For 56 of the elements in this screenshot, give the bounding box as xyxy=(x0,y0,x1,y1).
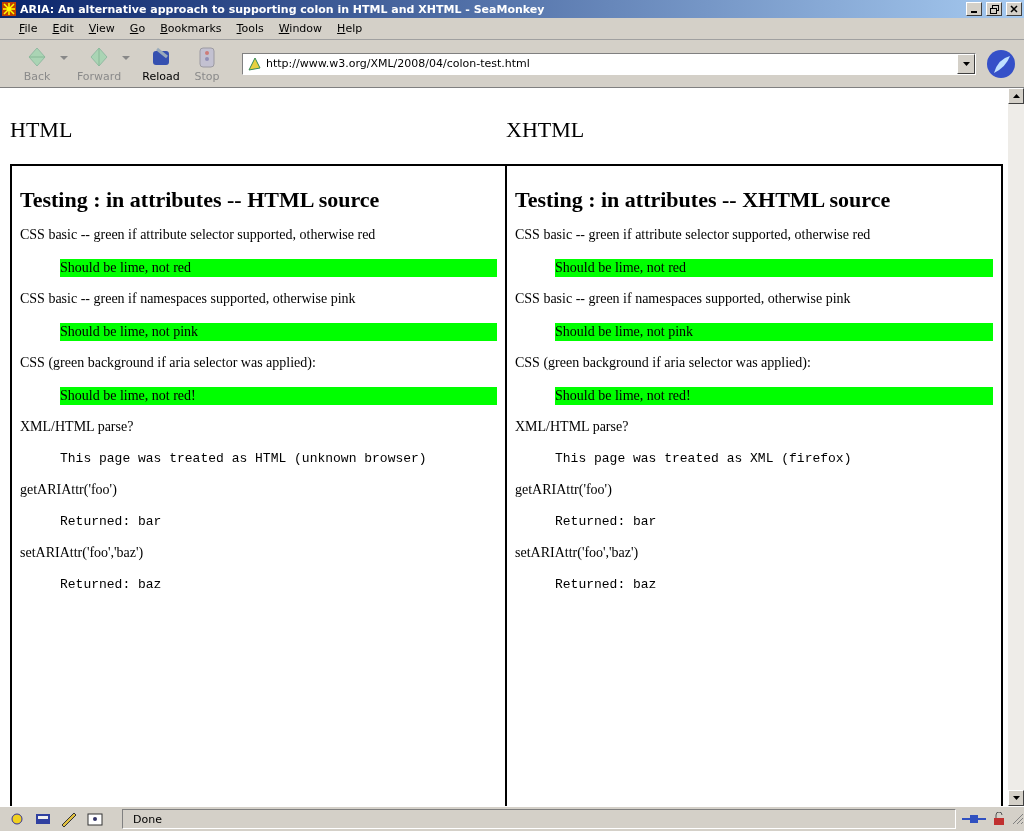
output-text: This page was treated as HTML (unknown browser) xyxy=(60,451,428,466)
restore-icon xyxy=(989,4,999,14)
caret-icon xyxy=(962,61,970,66)
menu-item[interactable]: Go xyxy=(122,20,154,37)
close-icon xyxy=(1010,5,1018,13)
test-label: XML/HTML parse? xyxy=(20,419,135,435)
menu-item[interactable]: View xyxy=(81,20,123,37)
test-label: CSS basic -- green if namespaces supported, otherwise pink xyxy=(515,291,852,307)
result-bar: Should be lime, not red xyxy=(60,259,497,277)
output-text: Returned: baz xyxy=(555,577,658,592)
menu-item[interactable]: Bookmarks xyxy=(153,20,230,37)
test-label: CSS (green background if aria selector was applied): xyxy=(515,355,812,371)
page-heading: HTML xyxy=(10,117,74,143)
result-bar: Should be lime, not red! xyxy=(555,387,993,405)
test-label: setARIAttr('foo','baz') xyxy=(515,545,640,561)
address-field[interactable]: http://www.w3.org/XML/2008/04/colon-test.html xyxy=(242,52,976,75)
section-heading: Testing : in attributes -- XHTML source xyxy=(515,187,892,213)
window-title: ARIA: An alternative approach to supporting colon in HTML and XHTML - SeaMonkey xyxy=(20,2,546,16)
up-arrow-icon[interactable] xyxy=(1012,94,1020,98)
test-label: CSS basic -- green if attribute selector supported, otherwise red xyxy=(20,227,377,243)
page-heading: XHTML xyxy=(506,117,586,143)
minimize-button[interactable] xyxy=(966,2,982,16)
menu-item[interactable]: Help xyxy=(330,20,371,37)
test-label: CSS basic -- green if attribute selector supported, otherwise red xyxy=(515,227,872,243)
test-label: getARIAttr('foo') xyxy=(20,482,118,498)
result-bar: Should be lime, not red! xyxy=(60,387,497,405)
result-bar: Should be lime, not red xyxy=(555,259,993,277)
logo-icon[interactable] xyxy=(986,48,1016,79)
menu-item[interactable]: Edit xyxy=(45,20,82,37)
result-bar: Should be lime, not pink xyxy=(555,323,993,341)
test-label: setARIAttr('foo','baz') xyxy=(20,545,145,561)
section-heading: Testing : in attributes -- HTML source xyxy=(20,187,381,213)
app-icon xyxy=(2,2,16,16)
test-label: CSS (green background if aria selector was applied): xyxy=(20,355,317,371)
status-text: Done xyxy=(122,809,956,829)
result-bar: Should be lime, not pink xyxy=(60,323,497,341)
dropdown-button[interactable] xyxy=(957,53,975,74)
test-label: getARIAttr('foo') xyxy=(515,482,613,498)
output-text: Returned: bar xyxy=(555,514,658,529)
resize-grip-icon[interactable] xyxy=(1012,813,1024,825)
page-icon xyxy=(246,55,262,72)
down-arrow-icon[interactable] xyxy=(1012,796,1020,800)
lock-icon[interactable] xyxy=(992,812,1006,826)
menu-item[interactable]: Window xyxy=(271,20,331,37)
toolbar-button[interactable]: Reload xyxy=(138,44,184,83)
menu-item[interactable]: Tools xyxy=(229,20,272,37)
scrollbar[interactable] xyxy=(1008,88,1024,806)
close-button[interactable] xyxy=(1006,2,1022,16)
test-label: XML/HTML parse? xyxy=(515,419,630,435)
connection-icon[interactable] xyxy=(962,813,986,825)
output-text: Returned: bar xyxy=(60,514,163,529)
test-label: CSS basic -- green if namespaces supported, otherwise pink xyxy=(20,291,357,307)
restore-button[interactable] xyxy=(986,2,1002,16)
output-text: This page was treated as XML (firefox) xyxy=(555,451,853,466)
menu-item[interactable]: File xyxy=(12,20,46,37)
output-text: Returned: baz xyxy=(60,577,163,592)
